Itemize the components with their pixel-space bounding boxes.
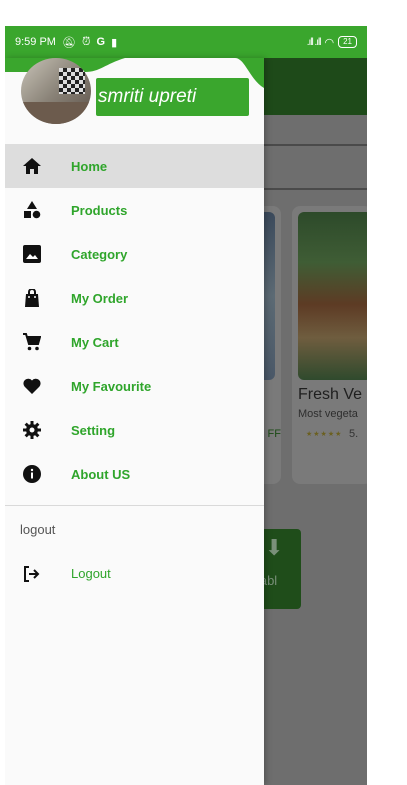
user-name: smriti upreti — [96, 78, 249, 116]
product-tag: FF — [267, 428, 281, 440]
drawer-header: smriti upreti — [5, 58, 264, 144]
menu-item-label: Category — [71, 246, 128, 262]
status-time: 9:59 PM — [15, 36, 56, 48]
notification-muted-icon: 🔕︎ — [61, 36, 76, 49]
menu-item-category[interactable]: Category — [5, 232, 264, 276]
menu-item-logout[interactable]: Logout — [5, 552, 264, 596]
cart-icon — [22, 332, 42, 352]
menu-item-products[interactable]: Products — [5, 188, 264, 232]
signal-icon: .ıll .ıll — [306, 36, 322, 48]
menu-item-label: My Order — [71, 290, 129, 306]
menu-item-label: My Cart — [71, 334, 119, 350]
gear-icon — [22, 420, 42, 440]
menu-item-label: Logout — [71, 566, 111, 581]
rating-stars: ★★★★★ — [306, 431, 343, 438]
recording-icon: ▮ — [111, 36, 118, 49]
logout-icon — [22, 564, 42, 584]
menu-item-setting[interactable]: Setting — [5, 408, 264, 452]
menu-item-my-cart[interactable]: My Cart — [5, 320, 264, 364]
menu-item-label: My Favourite — [71, 378, 152, 394]
menu-item-home[interactable]: Home — [5, 144, 264, 188]
google-icon: G — [96, 36, 106, 48]
menu-item-about-us[interactable]: About US — [5, 452, 264, 496]
image-icon — [22, 244, 42, 264]
shapes-icon — [22, 200, 42, 220]
avatar[interactable] — [21, 58, 91, 124]
menu-item-label: Products — [71, 202, 128, 218]
avatar-monitor — [59, 68, 85, 94]
menu-item-label: Setting — [71, 422, 116, 438]
vegetable-basket-icon: ⬇ — [265, 535, 284, 560]
navigation-drawer: smriti upreti Home Products Category My … — [5, 58, 264, 785]
menu-item-my-order[interactable]: My Order — [5, 276, 264, 320]
section-label-logout: logout — [20, 522, 56, 537]
drawer-menu: Home Products Category My Order My Cart … — [5, 144, 264, 496]
product-card: Fresh Ve Most vegeta ★★★★★ 5. — [292, 206, 367, 484]
alarm-icon: ⏰︎ — [81, 35, 91, 48]
rating-value: 5. — [349, 428, 359, 440]
avatar-desk — [21, 102, 91, 124]
menu-item-label: Home — [71, 158, 108, 174]
status-bar: 9:59 PM 🔕︎ ⏰︎ G ▮ .ıll .ıll ◠ 21 — [5, 26, 367, 58]
vegetable-image — [298, 212, 367, 380]
menu-divider — [5, 505, 264, 506]
heart-icon — [22, 376, 42, 396]
home-icon — [22, 156, 42, 176]
menu-item-my-favourite[interactable]: My Favourite — [5, 364, 264, 408]
product-title: Fresh Ve — [298, 386, 363, 403]
product-subtitle: Most vegeta — [298, 408, 358, 420]
battery-icon: 21 — [338, 36, 357, 48]
phone-screen: 9:59 PM 🔕︎ ⏰︎ G ▮ .ıll .ıll ◠ 21 FF Fres… — [5, 26, 367, 785]
shopping-bag-icon — [22, 288, 42, 308]
background-search-bar — [264, 144, 367, 190]
info-icon — [22, 464, 42, 484]
menu-item-label: About US — [71, 466, 131, 482]
wifi-icon: ◠ — [324, 36, 335, 49]
